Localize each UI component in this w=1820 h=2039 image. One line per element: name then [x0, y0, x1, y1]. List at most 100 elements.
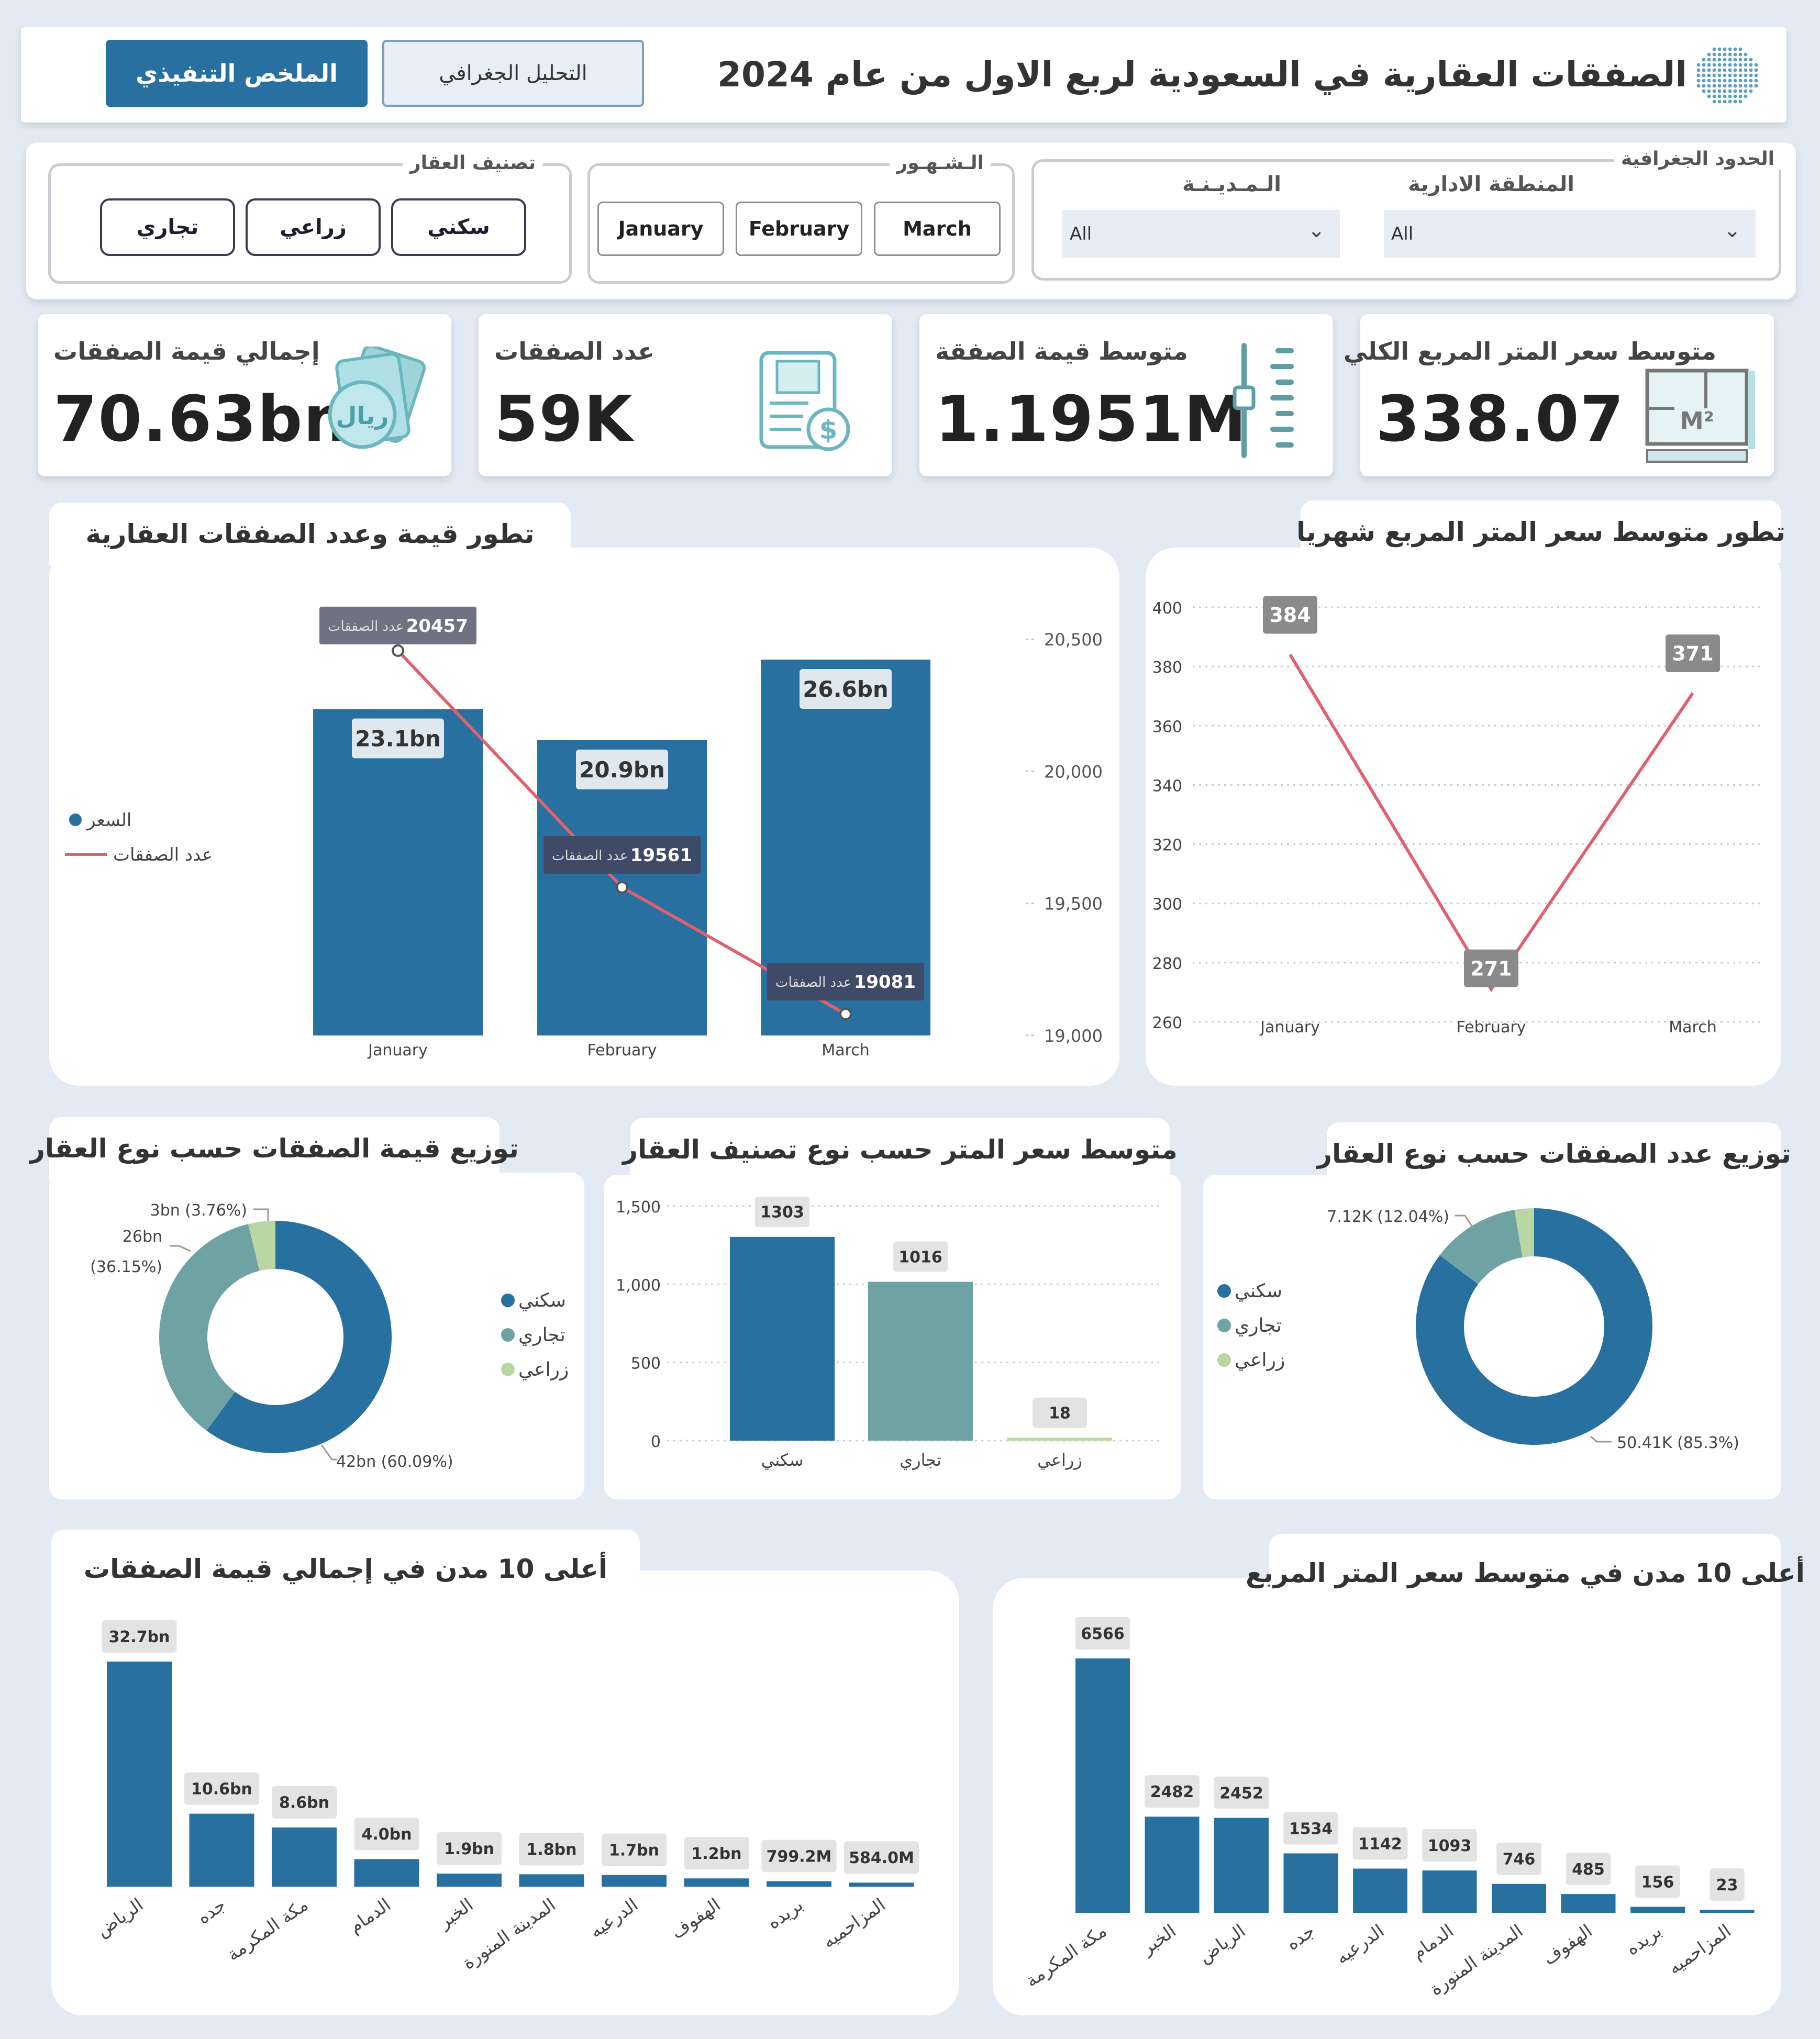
- property-type-slicer: تصنيف العقار سكني زراعي تجاري: [48, 152, 572, 284]
- map-dot: [1738, 58, 1743, 62]
- month-button-march[interactable]: March: [874, 202, 1001, 256]
- kpi-value: 70.63bn: [53, 383, 349, 456]
- map-dot: [1733, 52, 1737, 57]
- legend-label-count: عدد الصفقات: [113, 844, 213, 865]
- x-tick-label: February: [1457, 1018, 1526, 1037]
- map-dot: [1696, 63, 1701, 67]
- map-dot: [1712, 47, 1716, 51]
- x-tick-label: الخبر: [434, 1895, 478, 1934]
- kpi-value: 1.1951M: [935, 383, 1248, 456]
- legend-marker: [1217, 1353, 1231, 1367]
- data-label: 271: [1470, 957, 1512, 980]
- region-dropdown[interactable]: All ⌄: [1384, 210, 1756, 258]
- map-dot: [1712, 84, 1716, 88]
- y-tick-label: 380: [1152, 659, 1182, 677]
- header-bar: الصفقات العقارية في السعودية لربع الاول …: [21, 27, 1786, 122]
- map-dot: [1702, 63, 1706, 67]
- x-tick-label: January: [367, 1041, 428, 1060]
- map-dot: [1712, 79, 1716, 83]
- bar: [1007, 1438, 1112, 1441]
- map-dot: [1738, 47, 1743, 51]
- legend-marker-price: [69, 814, 82, 826]
- data-label: 746: [1503, 1851, 1536, 1869]
- svg-text:ريال: ريال: [336, 402, 389, 430]
- map-dot: [1749, 73, 1753, 77]
- x-tick-label: جده: [193, 1895, 229, 1929]
- floor-plan-icon: M²: [1645, 369, 1755, 463]
- x-tick-label: زراعي: [1037, 1450, 1082, 1470]
- map-dot: [1702, 84, 1706, 88]
- map-dot: [1712, 99, 1716, 104]
- bar: [1492, 1884, 1546, 1913]
- map-dot: [1728, 68, 1732, 72]
- city-dropdown[interactable]: All ⌄: [1062, 210, 1340, 258]
- bar: [354, 1859, 419, 1887]
- top-price-chart: 6566 مكة المكرمة 2482 الخبر 2452 الرياض 1534 جد…: [1022, 1617, 1755, 2000]
- map-dot: [1738, 79, 1743, 83]
- bar: [1145, 1817, 1200, 1913]
- map-dot: [1702, 58, 1706, 62]
- map-dot: [1712, 52, 1716, 57]
- region-dropdown-value: All: [1391, 224, 1414, 244]
- map-dot: [1723, 89, 1727, 93]
- map-dot: [1733, 79, 1737, 83]
- bar: [684, 1878, 749, 1887]
- map-dot: [1728, 47, 1732, 51]
- x-tick-label: بريده: [763, 1895, 807, 1934]
- legend-label: سكني: [518, 1290, 566, 1311]
- y-tick-label: 500: [631, 1355, 661, 1373]
- map-dot: [1744, 73, 1748, 77]
- slice-label: (36.15%): [90, 1258, 162, 1276]
- map-dot: [1728, 79, 1732, 83]
- x-tick-label: الدرعيه: [586, 1895, 642, 1943]
- month-button-january[interactable]: January: [597, 202, 724, 256]
- nav-geographic-analysis-button[interactable]: التحليل الجغرافي: [382, 40, 644, 107]
- map-dot: [1702, 89, 1706, 93]
- month-button-february[interactable]: February: [736, 202, 862, 256]
- nav-executive-summary-button[interactable]: الملخص التنفيذي: [106, 40, 368, 107]
- x-tick-label: الخبر: [1137, 1921, 1180, 1960]
- y-tick-label: 280: [1152, 955, 1182, 973]
- y-tick-label: 260: [1152, 1014, 1182, 1032]
- map-dot: [1744, 68, 1748, 72]
- combo-chart: 20,500 20,000 19,500 19,000 23.1bn January 20.…: [65, 606, 1103, 1060]
- map-dot: [1738, 73, 1743, 77]
- bar: [1561, 1894, 1616, 1913]
- saudi-map-icon: [1696, 47, 1758, 104]
- data-label: 485: [1572, 1860, 1605, 1879]
- map-dot: [1754, 79, 1758, 83]
- y2-tick-label: 19,500: [1044, 894, 1103, 914]
- x-tick-label: مكة المكرمة: [223, 1895, 312, 1966]
- x-tick-label: الهفوف: [667, 1895, 724, 1943]
- map-dot: [1754, 84, 1758, 88]
- x-tick-label: March: [822, 1041, 869, 1060]
- map-dot: [1744, 58, 1748, 62]
- type-button-agricultural[interactable]: زراعي: [246, 198, 381, 256]
- legend-label: سكني: [1235, 1280, 1282, 1302]
- data-label: 371: [1672, 642, 1713, 665]
- map-dot: [1733, 47, 1737, 51]
- type-button-commercial[interactable]: تجاري: [100, 198, 235, 256]
- filter-panel: تصنيف العقار سكني زراعي تجاري الـشـهـور …: [26, 142, 1796, 299]
- count-point: [839, 1008, 852, 1021]
- bar: [1422, 1870, 1477, 1913]
- map-dot: [1717, 73, 1722, 77]
- data-label: 584.0M: [849, 1849, 914, 1867]
- data-label: 26.6bn: [803, 676, 889, 702]
- riyal-money-icon: ريال: [328, 347, 426, 449]
- map-dot: [1738, 52, 1743, 57]
- map-dot: [1744, 63, 1748, 67]
- city-label: الـمـديـنـة: [1182, 172, 1281, 196]
- map-dot: [1717, 94, 1722, 98]
- legend-marker: [501, 1363, 515, 1376]
- tooltip-value: 19561: [630, 845, 692, 866]
- y2-tick-label: 20,500: [1044, 630, 1103, 650]
- y-tick-label: 1,500: [616, 1198, 661, 1217]
- geo-legend: الحدود الجغرافية: [1614, 148, 1782, 170]
- bar: [519, 1874, 584, 1887]
- map-dot: [1733, 58, 1737, 62]
- y2-tick-label: 19,000: [1044, 1026, 1103, 1046]
- map-dot: [1707, 58, 1711, 62]
- y-tick-label: 320: [1152, 837, 1182, 855]
- type-button-residential[interactable]: سكني: [391, 198, 526, 256]
